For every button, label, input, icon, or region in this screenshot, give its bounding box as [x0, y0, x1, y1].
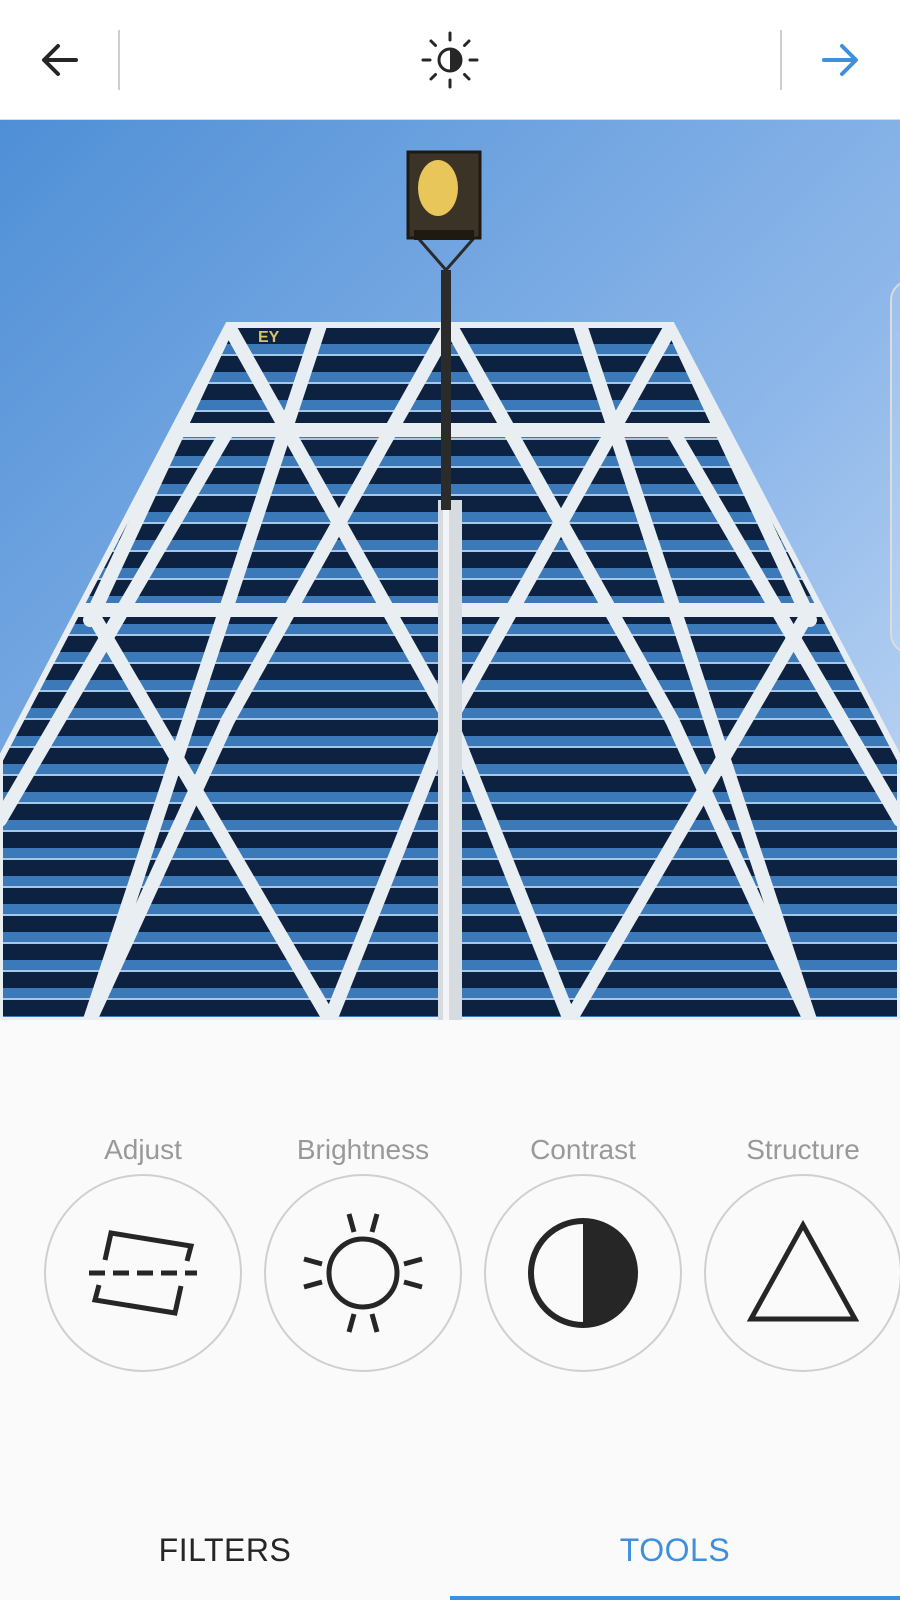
arrow-right-icon	[822, 44, 858, 76]
adjust-icon	[89, 1230, 197, 1316]
tool-label: Structure	[746, 1134, 860, 1165]
tool-label: Brightness	[296, 1134, 430, 1165]
photo-preview: EY	[0, 120, 900, 1020]
tool-brightness[interactable]: Brightness	[253, 1130, 473, 1372]
tab-tools[interactable]: TOOLS	[450, 1500, 900, 1600]
arrow-left-icon	[42, 44, 78, 76]
tool-adjust[interactable]: Adjust	[33, 1130, 253, 1372]
next-button[interactable]	[800, 0, 880, 120]
tool-button[interactable]	[704, 1174, 900, 1372]
active-tab-indicator	[450, 1596, 900, 1600]
tools-panel: Adjust Brightness Contrast Structure	[0, 1020, 900, 1500]
brightness-icon	[303, 1213, 423, 1333]
building-sign: EY	[258, 329, 280, 346]
tool-button[interactable]	[44, 1174, 242, 1372]
structure-icon	[746, 1219, 860, 1322]
lux-button[interactable]	[410, 0, 490, 120]
tab-filters[interactable]: FILTERS	[0, 1500, 450, 1600]
side-handle[interactable]	[890, 280, 900, 654]
tool-label: Adjust	[104, 1134, 182, 1165]
contrast-icon	[528, 1218, 638, 1328]
divider-left	[118, 30, 120, 90]
tool-label: Contrast	[530, 1134, 636, 1165]
tool-button[interactable]	[264, 1174, 462, 1372]
top-bar	[0, 0, 900, 120]
building-photo: EY	[0, 120, 900, 1020]
bottom-tabs: FILTERS TOOLS	[0, 1500, 900, 1600]
tool-structure[interactable]: Structure	[693, 1130, 900, 1372]
tool-contrast[interactable]: Contrast	[473, 1130, 693, 1372]
divider-right	[780, 30, 782, 90]
back-button[interactable]	[20, 0, 100, 120]
lux-brightness-icon	[421, 31, 479, 89]
tool-button[interactable]	[484, 1174, 682, 1372]
